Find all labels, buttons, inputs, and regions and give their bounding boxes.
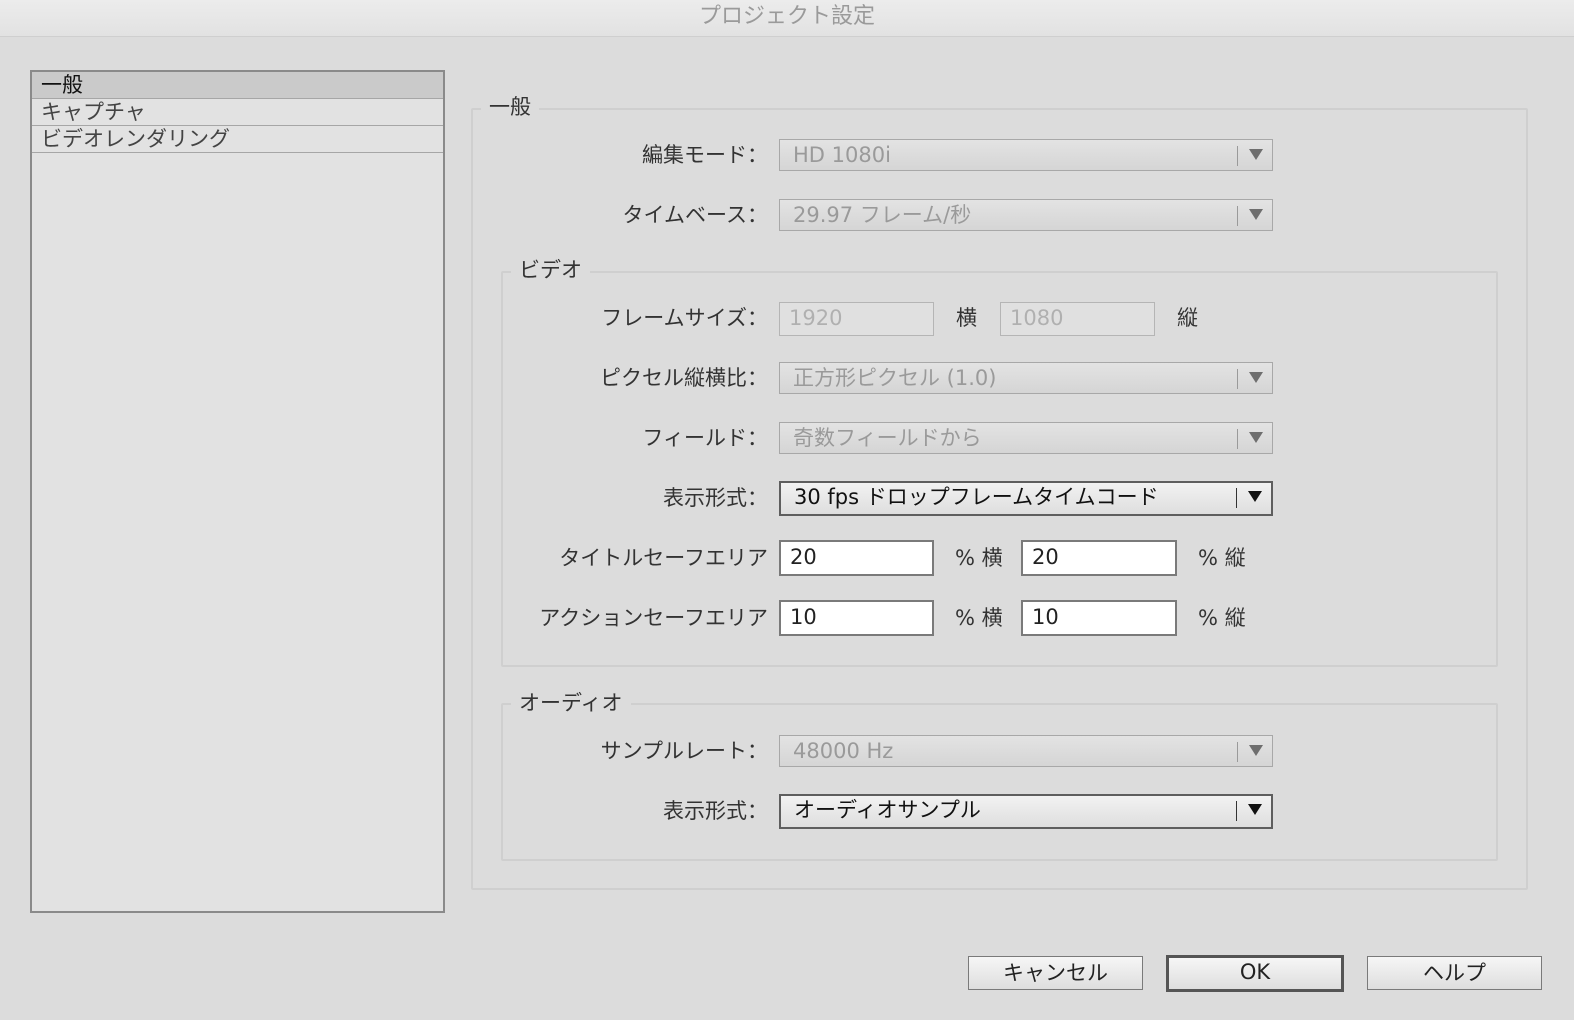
pixel-aspect-label: ピクセル縦横比： — [600, 366, 768, 390]
chevron-down-icon — [1248, 804, 1262, 815]
title-safe-horizontal-field[interactable]: 20 — [779, 540, 934, 576]
help-button[interactable]: ヘルプ — [1367, 956, 1542, 990]
chevron-down-icon — [1249, 432, 1263, 443]
select-divider — [1237, 742, 1238, 762]
frame-height-field[interactable]: 1080 — [1000, 302, 1155, 336]
action-safe-horizontal-field[interactable]: 10 — [779, 600, 934, 636]
sample-rate-label: サンプルレート： — [600, 739, 768, 763]
chevron-down-icon — [1248, 491, 1262, 502]
audio-display-format-label: 表示形式： — [663, 799, 768, 823]
fields-value: 奇数フィールドから — [793, 426, 982, 450]
action-safe-vertical-field[interactable]: 10 — [1021, 600, 1177, 636]
fields-select[interactable]: 奇数フィールドから — [779, 422, 1273, 454]
timebase-label: タイムベース： — [622, 203, 768, 227]
select-divider — [1237, 429, 1238, 449]
audio-group — [501, 703, 1498, 861]
select-divider — [1237, 206, 1238, 226]
fields-label: フィールド： — [642, 426, 768, 450]
frame-width-field[interactable]: 1920 — [779, 302, 934, 336]
category-item-video-rendering[interactable]: ビデオレンダリング — [32, 126, 443, 153]
video-group-legend: ビデオ — [511, 256, 590, 284]
category-item-capture[interactable]: キャプチャ — [32, 99, 443, 126]
editing-mode-select[interactable]: HD 1080i — [779, 139, 1273, 171]
timebase-select[interactable]: 29.97 フレーム/秒 — [779, 199, 1273, 231]
chevron-down-icon — [1249, 745, 1263, 756]
select-divider — [1237, 146, 1238, 166]
title-safe-vertical-unit: % 縦 — [1198, 546, 1246, 570]
frame-size-label: フレームサイズ： — [601, 306, 768, 330]
action-safe-horizontal-unit: % 横 — [955, 606, 1003, 630]
sample-rate-select[interactable]: 48000 Hz — [779, 735, 1273, 767]
title-safe-horizontal-unit: % 横 — [955, 546, 1003, 570]
window-title-bar: プロジェクト設定 — [0, 0, 1574, 37]
title-safe-label: タイトルセーフエリア — [559, 546, 768, 570]
action-safe-label: アクションセーフエリア — [539, 606, 768, 630]
video-display-format-select[interactable]: 30 fps ドロップフレームタイムコード — [779, 481, 1273, 516]
select-divider — [1236, 801, 1237, 821]
video-display-format-value: 30 fps ドロップフレームタイムコード — [794, 485, 1159, 509]
sample-rate-value: 48000 Hz — [793, 739, 894, 763]
chevron-down-icon — [1249, 149, 1263, 160]
select-divider — [1236, 488, 1237, 508]
video-display-format-label: 表示形式： — [663, 486, 768, 510]
editing-mode-label: 編集モード： — [642, 143, 768, 167]
category-list[interactable]: 一般 キャプチャ ビデオレンダリング — [30, 70, 445, 913]
timebase-value: 29.97 フレーム/秒 — [793, 203, 972, 227]
title-safe-vertical-field[interactable]: 20 — [1021, 540, 1177, 576]
editing-mode-value: HD 1080i — [793, 143, 891, 167]
audio-display-format-select[interactable]: オーディオサンプル — [779, 794, 1273, 829]
cancel-button[interactable]: キャンセル — [968, 956, 1143, 990]
window-title: プロジェクト設定 — [698, 4, 875, 29]
frame-height-unit: 縦 — [1177, 306, 1198, 330]
pixel-aspect-value: 正方形ピクセル (1.0) — [793, 366, 997, 390]
ok-button[interactable]: OK — [1166, 955, 1344, 992]
pixel-aspect-select[interactable]: 正方形ピクセル (1.0) — [779, 362, 1273, 394]
chevron-down-icon — [1249, 209, 1263, 220]
general-group-legend: 一般 — [481, 93, 539, 121]
audio-display-format-value: オーディオサンプル — [794, 798, 981, 822]
select-divider — [1237, 369, 1238, 389]
category-item-general[interactable]: 一般 — [32, 72, 443, 99]
audio-group-legend: オーディオ — [511, 689, 631, 717]
action-safe-vertical-unit: % 縦 — [1198, 606, 1246, 630]
chevron-down-icon — [1249, 372, 1263, 383]
frame-width-unit: 横 — [956, 306, 977, 330]
